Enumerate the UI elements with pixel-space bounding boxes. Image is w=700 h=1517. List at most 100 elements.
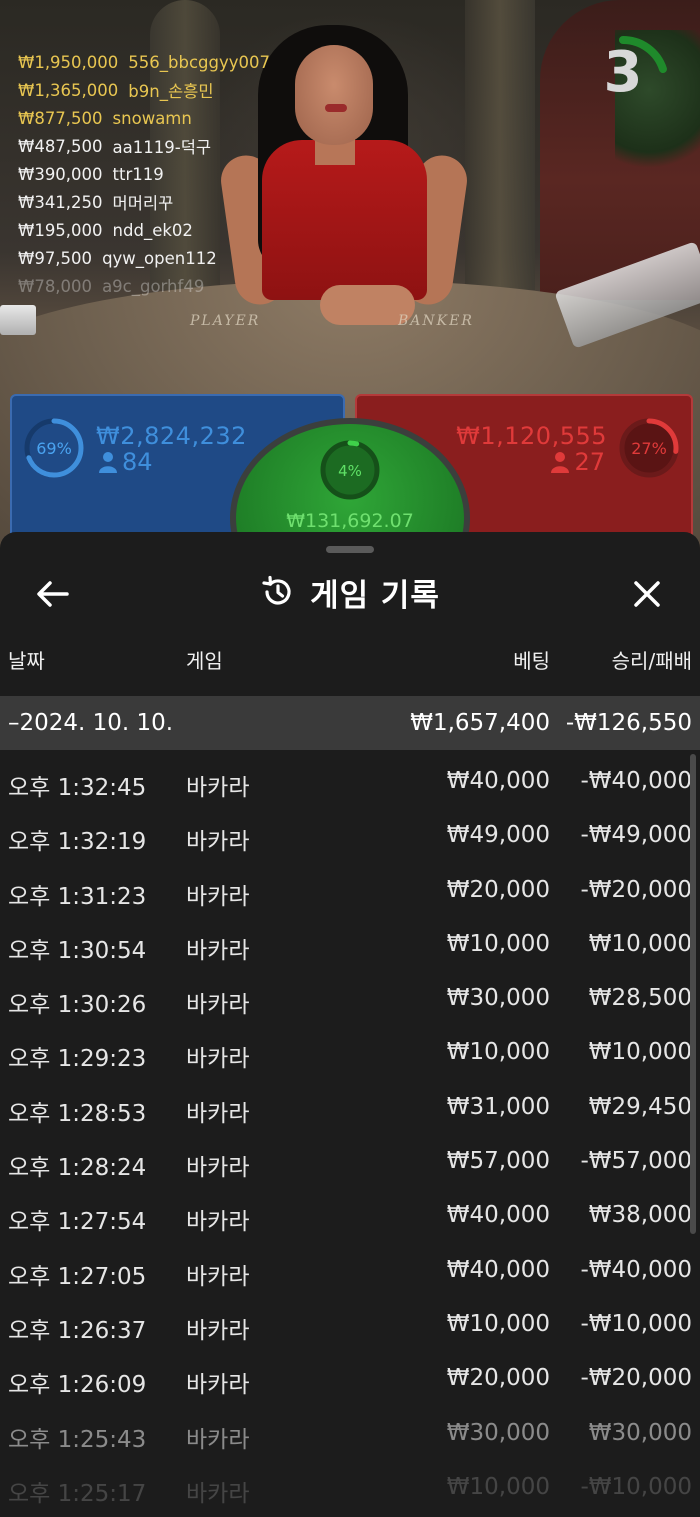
banker-bettor-count: 27 [550,448,605,476]
day-summary-row[interactable]: –2024. 10. 10. ₩1,657,400 -₩126,550 [0,696,700,750]
winners-leaderboard: ₩1,950,000 556_bbcggyy007 ₩1,365,000 b9n_손흥… [18,48,348,300]
day-total-bet: ₩1,657,400 [410,710,550,736]
day-date: –2024. 10. 10. [8,710,174,736]
column-result: 승리/패배 [611,649,692,673]
history-row[interactable]: 오후 1:30:54 바카라 ₩10,000 ₩10,000 [0,917,700,971]
leaderboard-row: ₩1,365,000 b9n_손흥민 [18,76,348,104]
leaderboard-amount: ₩390,000 [18,164,103,184]
history-row[interactable]: 오후 1:27:54 바카라 ₩40,000 ₩38,000 [0,1188,700,1242]
history-row[interactable]: 오후 1:25:17 바카라 ₩10,000 -₩10,000 [0,1460,700,1514]
history-time: 오후 1:26:37 [8,1317,147,1344]
history-row[interactable]: 오후 1:26:37 바카라 ₩10,000 -₩10,000 [0,1297,700,1351]
history-bet: ₩30,000 [446,1419,550,1446]
banker-percent-ring: 27% [619,418,679,478]
history-game: 바카라 [186,992,250,1019]
history-bet: ₩20,000 [446,876,550,903]
leaderboard-amount: ₩1,950,000 [18,52,119,72]
leaderboard-amount: ₩1,365,000 [18,80,119,100]
player-total-amount: ₩2,824,232 [96,422,247,450]
round-countdown: 3 [578,22,678,122]
history-row[interactable]: 오후 1:29:23 바카라 ₩10,000 ₩10,000 [0,1025,700,1079]
history-row[interactable]: 오후 1:27:05 바카라 ₩40,000 -₩40,000 [0,1243,700,1297]
history-game: 바카라 [186,1372,250,1399]
history-clock-icon [262,575,291,605]
leaderboard-row: ₩487,500 aa1119-덕구 [18,132,348,160]
history-time: 오후 1:25:17 [8,1480,147,1507]
leaderboard-username: qyw_open112 [102,248,217,268]
history-bet: ₩10,000 [446,1310,550,1337]
leaderboard-row: ₩390,000 ttr119 [18,160,348,188]
history-list: 오후 1:32:45 바카라 ₩40,000 -₩40,000 오후 1:32:19 바카… [0,754,700,1514]
leaderboard-username: 머머리꾸 [112,194,174,213]
history-row[interactable]: 오후 1:26:09 바카라 ₩20,000 -₩20,000 [0,1351,700,1405]
history-result: -₩57,000 [580,1148,692,1175]
history-time: 오후 1:28:53 [8,1100,147,1127]
history-row[interactable]: 오후 1:28:53 바카라 ₩31,000 ₩29,450 [0,1080,700,1134]
banker-percent-label: 27% [631,439,667,458]
player-percent-ring: 69% [24,418,84,478]
history-game: 바카라 [186,1155,250,1182]
history-row[interactable]: 오후 1:32:45 바카라 ₩40,000 -₩40,000 [0,754,700,808]
history-result: -₩49,000 [580,822,692,849]
column-date: 날짜 [8,649,45,673]
day-total-result: -₩126,550 [565,710,692,736]
history-bet: ₩57,000 [446,1148,550,1175]
banker-total-amount: ₩1,120,555 [456,422,607,450]
history-bet: ₩10,000 [446,930,550,957]
background-column-right [465,0,535,290]
history-time: 오후 1:29:23 [8,1046,147,1073]
history-result: -₩20,000 [580,1365,692,1392]
history-result: -₩40,000 [580,1256,692,1283]
leaderboard-row: ₩78,000 a9c_gorhf49 [18,272,348,300]
leaderboard-row: ₩97,500 qyw_open112 [18,244,348,272]
history-time: 오후 1:27:54 [8,1209,147,1236]
history-time: 오후 1:32:19 [8,829,147,856]
player-count-value: 84 [122,448,153,476]
history-game: 바카라 [186,937,250,964]
history-result: -₩20,000 [580,876,692,903]
history-game: 바카라 [186,1317,250,1344]
leaderboard-username: aa1119-덕구 [112,138,212,157]
history-result: ₩30,000 [588,1419,692,1446]
history-time: 오후 1:28:24 [8,1155,147,1182]
history-row[interactable]: 오후 1:25:43 바카라 ₩30,000 ₩30,000 [0,1406,700,1460]
history-bet: ₩31,000 [446,1093,550,1120]
leaderboard-amount: ₩195,000 [18,220,103,240]
history-bet: ₩10,000 [446,1473,550,1500]
history-time: 오후 1:26:09 [8,1372,147,1399]
close-icon [634,581,660,607]
history-row[interactable]: 오후 1:28:24 바카라 ₩57,000 -₩57,000 [0,1134,700,1188]
history-game: 바카라 [186,1263,250,1290]
column-game: 게임 [186,649,223,673]
history-result: ₩38,000 [588,1202,692,1229]
scrollbar[interactable] [690,754,696,1234]
history-time: 오후 1:31:23 [8,883,147,910]
leaderboard-username: 556_bbcggyy007 [128,52,271,72]
leaderboard-row: ₩877,500 snowamn [18,104,348,132]
history-time: 오후 1:25:43 [8,1426,147,1453]
leaderboard-username: b9n_손흥민 [128,82,214,101]
history-time: 오후 1:30:26 [8,992,147,1019]
player-percent-label: 69% [36,439,72,458]
leaderboard-username: snowamn [112,108,192,128]
history-result: ₩10,000 [588,930,692,957]
leaderboard-amount: ₩78,000 [18,276,93,296]
tie-percent-label: 4% [338,462,362,480]
close-button[interactable] [625,572,669,616]
history-result: ₩10,000 [588,1039,692,1066]
sheet-header: 게임 기록 [0,560,700,624]
history-result: ₩29,450 [588,1093,692,1120]
history-row[interactable]: 오후 1:31:23 바카라 ₩20,000 -₩20,000 [0,863,700,917]
leaderboard-row: ₩341,250 머머리꾸 [18,188,348,216]
card-stack [0,305,36,335]
history-row[interactable]: 오후 1:32:19 바카라 ₩49,000 -₩49,000 [0,808,700,862]
history-result: -₩10,000 [580,1310,692,1337]
person-icon [551,452,570,473]
history-game: 바카라 [186,883,250,910]
sheet-drag-handle[interactable] [326,546,374,553]
history-result: -₩40,000 [580,768,692,794]
table-player-label: PLAYER [190,313,261,329]
history-row[interactable]: 오후 1:30:26 바카라 ₩30,000 ₩28,500 [0,971,700,1025]
history-bet: ₩30,000 [446,985,550,1012]
leaderboard-row: ₩195,000 ndd_ek02 [18,216,348,244]
